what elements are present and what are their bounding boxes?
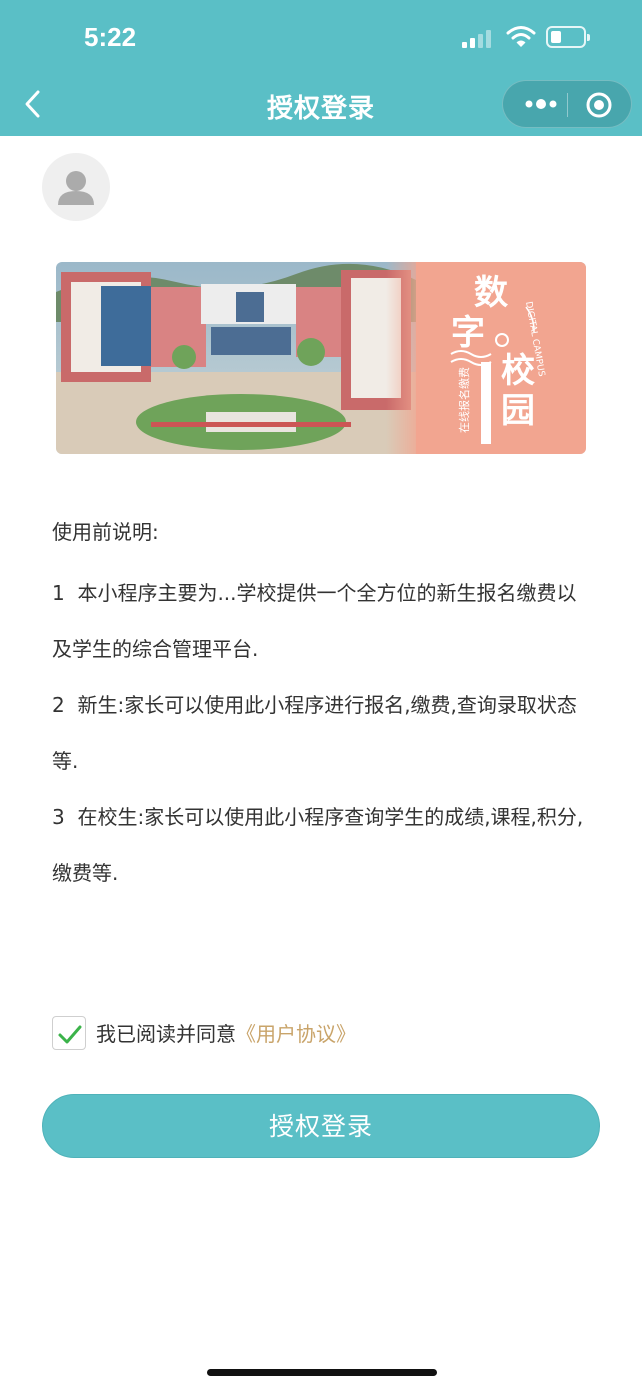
notes-item-2-num: 2 [52,693,65,717]
agree-label: 我已阅读并同意 [96,1022,236,1046]
nav-header: 5:22 授权登录 [0,0,642,136]
mini-program-capsule [502,80,632,128]
wifi-icon [506,26,536,47]
more-icon[interactable] [521,91,561,117]
authorize-login-button[interactable]: 授权登录 [42,1094,600,1158]
notes-item-1: 1 本小程序主要为...学校提供一个全方位的新生报名缴费以及学生的综合管理平台. [52,565,592,677]
notes-title: 使用前说明: [52,520,159,544]
banner-subtitle: 在线报名缴费 [457,367,471,433]
notes-item-2: 2 新生:家长可以使用此小程序进行报名,缴费,查询录取状态等. [52,677,592,789]
avatar [42,153,110,221]
notes-item-3-num: 3 [52,805,65,829]
user-icon [58,171,94,205]
banner-char-4: 园 [501,391,535,431]
notes-item-1-num: 1 [52,581,65,605]
status-time: 5:22 [84,22,137,52]
capsule-divider [567,93,568,117]
signal-icon [462,28,496,48]
checkmark-icon [58,1025,82,1044]
close-target-icon[interactable] [585,91,613,119]
notes-item-3-text: 在校生:家长可以使用此小程序查询学生的成绩,课程,积分,缴费等. [52,805,584,885]
notes-item-2-text: 新生:家长可以使用此小程序进行报名,缴费,查询录取状态等. [52,693,577,773]
notes-item-3: 3 在校生:家长可以使用此小程序查询学生的成绩,课程,积分,缴费等. [52,789,592,901]
banner-char-1: 数 [474,273,508,313]
agree-checkbox[interactable] [52,1016,86,1050]
banner-char-2: 字 [451,313,485,353]
banner-char-3: 校 [501,351,535,391]
home-indicator [207,1369,437,1376]
agree-text: 我已阅读并同意《用户协议》 [96,1018,356,1047]
user-agreement-link[interactable]: 《用户协议》 [236,1022,356,1046]
campus-banner: 数 字 校 园 DIGITAL CAMPUS 在线报名缴费 [56,262,586,454]
usage-notes: 使用前说明: 1 本小程序主要为...学校提供一个全方位的新生报名缴费以及学生的… [52,515,592,901]
battery-icon [546,26,590,48]
notes-item-1-text: 本小程序主要为...学校提供一个全方位的新生报名缴费以及学生的综合管理平台. [52,581,577,661]
campus-banner-image: 数 字 校 园 DIGITAL CAMPUS 在线报名缴费 [56,262,586,454]
